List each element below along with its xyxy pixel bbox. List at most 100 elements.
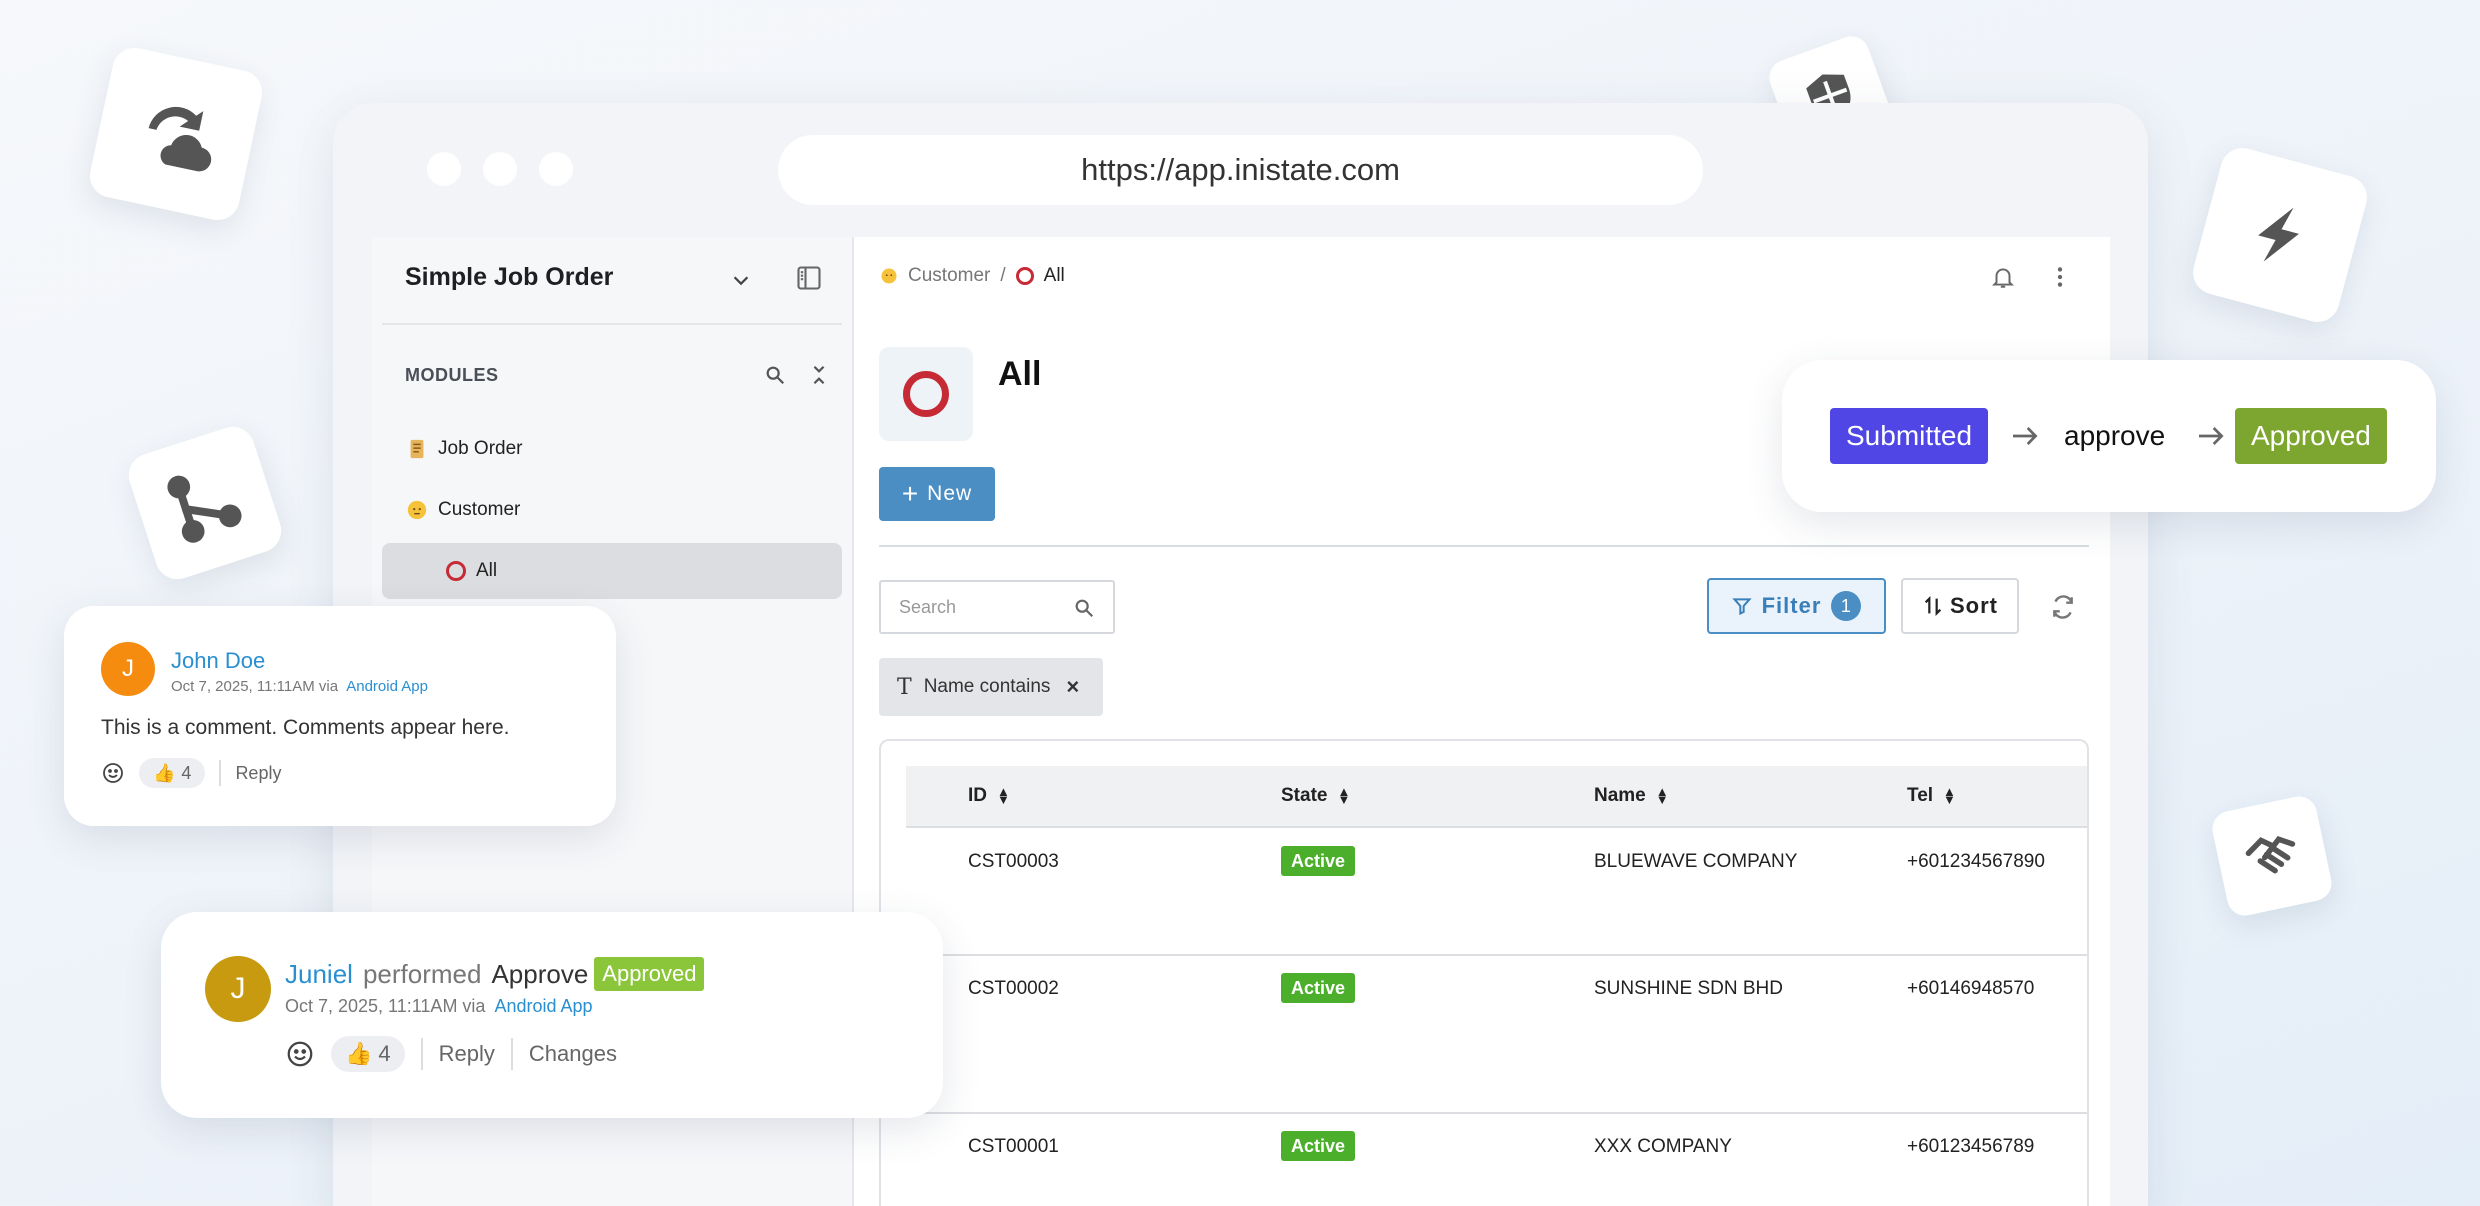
cell-tel[interactable]: +60123456789 — [1907, 1136, 2034, 1158]
arrow-right-icon — [2199, 427, 2224, 445]
window-dot[interactable] — [483, 152, 517, 186]
column-header-id[interactable]: ID ▲ ▼ — [968, 785, 1010, 807]
emoji-add-icon[interactable] — [285, 1039, 315, 1069]
bell-icon[interactable] — [1990, 264, 2016, 290]
sidebar-item-all[interactable]: All — [382, 543, 842, 599]
sidebar-item-label: Customer — [438, 499, 521, 520]
activity-source-link[interactable]: Android App — [494, 996, 592, 1016]
ring-icon — [903, 371, 949, 417]
column-header-state[interactable]: State ▲ ▼ — [1281, 785, 1350, 807]
status-badge: Active — [1281, 1131, 1356, 1161]
comment-card: J John Doe Oct 7, 2025, 11:11AM via Andr… — [64, 606, 616, 826]
collapse-icon[interactable] — [808, 364, 830, 386]
reply-link[interactable]: Reply — [439, 1041, 495, 1067]
section-divider — [879, 545, 2089, 547]
filter-button[interactable]: Filter 1 — [1707, 578, 1886, 634]
chevron-down-icon[interactable] — [730, 269, 752, 291]
sort-icon: ▲ ▼ — [1943, 784, 1956, 807]
reaction-pill[interactable]: 👍 4 — [139, 758, 206, 788]
sidebar-item-job-order[interactable]: Job Order — [382, 421, 842, 477]
sort-label: Sort — [1950, 593, 1998, 618]
comment-author[interactable]: John Doe — [171, 648, 265, 674]
funnel-icon — [1731, 598, 1752, 616]
cell-id[interactable]: CST00001 — [968, 1136, 1059, 1158]
reaction-count: 4 — [181, 762, 192, 783]
sidebar-divider — [382, 323, 842, 325]
activity-headline: Juniel performed Approve Approved — [285, 957, 705, 991]
app-title[interactable]: Simple Job Order — [405, 263, 613, 292]
comment-text: This is a comment. Comments appear here. — [101, 716, 510, 739]
cell-name[interactable]: XXX COMPANY — [1594, 1136, 1732, 1158]
thumbs-up-icon: 👍 — [153, 762, 176, 783]
thumbs-up-icon: 👍 — [345, 1041, 373, 1066]
changes-link[interactable]: Changes — [529, 1041, 617, 1067]
arrow-right-icon — [2013, 427, 2038, 445]
merge-tile — [123, 421, 287, 585]
column-header-name[interactable]: Name ▲ ▼ — [1594, 785, 1669, 807]
cell-name[interactable]: BLUEWAVE COMPANY — [1594, 851, 1797, 873]
ring-icon — [446, 561, 466, 581]
window-dot[interactable] — [427, 152, 461, 186]
comment-actions: 👍 4 Reply — [101, 758, 281, 788]
column-header-tel[interactable]: Tel ▲ ▼ — [1907, 785, 1956, 807]
table-header: ID ▲ ▼ State ▲ ▼ Name ▲ ▼ Tel ▲ ▼ — [906, 766, 2087, 828]
status-badge: Active — [1281, 973, 1356, 1003]
search-input[interactable]: Search — [879, 580, 1115, 634]
page-icon — [879, 347, 973, 441]
reaction-pill[interactable]: 👍 4 — [331, 1036, 405, 1072]
comment-source-link[interactable]: Android App — [346, 678, 428, 695]
comment-meta: Oct 7, 2025, 11:11AM via Android App — [171, 678, 428, 695]
sort-icon: ▲ ▼ — [1337, 784, 1351, 807]
scroll-icon — [410, 439, 424, 459]
sort-button[interactable]: Sort — [1901, 578, 2019, 634]
activity-card: J Juniel performed Approve Approved Oct … — [161, 912, 943, 1118]
emoji-add-icon[interactable] — [101, 761, 125, 785]
address-bar[interactable]: https://app.inistate.com — [778, 135, 1703, 205]
search-placeholder: Search — [899, 596, 957, 617]
divider — [420, 1038, 423, 1070]
sidebar-item-label: Job Order — [438, 438, 523, 459]
avatar: J — [101, 642, 155, 696]
breadcrumb: Customer / All — [880, 265, 1065, 287]
cell-id[interactable]: CST00002 — [968, 978, 1059, 1000]
filter-chip[interactable]: T Name contains × — [879, 658, 1103, 716]
cell-tel[interactable]: +601234567890 — [1907, 851, 2045, 873]
cell-id[interactable]: CST00003 — [968, 851, 1059, 873]
activity-verb: performed — [362, 958, 482, 989]
plus-icon: + — [901, 478, 920, 509]
workflow-card: Submitted approve Approved — [1782, 360, 2436, 512]
modules-heading: MODULES — [405, 365, 499, 385]
cell-name[interactable]: SUNSHINE SDN BHD — [1594, 978, 1783, 1000]
new-button[interactable]: + New — [879, 467, 995, 521]
divider — [510, 1038, 513, 1070]
sidebar-item-label: All — [476, 560, 498, 581]
face-icon — [407, 500, 427, 520]
page-title: All — [998, 355, 1042, 393]
status-badge: Active — [1281, 846, 1356, 876]
activity-meta: Oct 7, 2025, 11:11AM via Android App — [285, 996, 593, 1017]
reply-link[interactable]: Reply — [235, 763, 281, 784]
cell-tel[interactable]: +60146948570 — [1907, 978, 2034, 1000]
search-icon[interactable] — [764, 364, 786, 386]
ring-icon — [1015, 267, 1034, 285]
activity-actions: 👍 4 Reply Changes — [285, 1036, 617, 1072]
sidebar-item-customer[interactable]: Customer — [382, 482, 842, 538]
refresh-icon[interactable] — [2050, 594, 2076, 620]
avatar: J — [205, 956, 271, 1022]
lightning-tile — [2188, 143, 2372, 327]
new-button-label: New — [927, 482, 973, 505]
sidebar-toggle-icon[interactable] — [795, 264, 823, 292]
search-icon — [1075, 599, 1094, 618]
state-from-badge: Submitted — [1830, 408, 1989, 464]
status-badge: Approved — [594, 957, 705, 991]
close-icon[interactable]: × — [1066, 674, 1079, 700]
cloud-sync-tile — [85, 43, 267, 225]
activity-author[interactable]: Juniel — [285, 959, 353, 990]
window-dot[interactable] — [539, 152, 573, 186]
row-divider — [881, 954, 2087, 956]
handshake-icon — [2245, 836, 2296, 874]
breadcrumb-parent[interactable]: Customer — [908, 265, 990, 287]
workflow-action: approve — [2064, 420, 2166, 451]
more-vertical-icon[interactable] — [2047, 264, 2073, 290]
face-icon — [881, 268, 897, 284]
